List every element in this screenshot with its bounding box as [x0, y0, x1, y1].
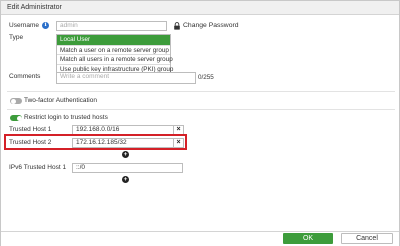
ok-button[interactable]: OK: [283, 233, 333, 244]
comments-counter: 0/255: [198, 74, 214, 81]
edit-administrator-dialog: Edit Administrator Username i admin Chan…: [0, 0, 400, 246]
highlight-box: [4, 134, 187, 150]
comments-label: Comments: [9, 73, 41, 80]
lock-icon: [174, 22, 180, 30]
username-label: Username: [9, 22, 39, 29]
info-icon[interactable]: i: [42, 22, 49, 29]
trusted-host-1-label: Trusted Host 1: [9, 126, 52, 133]
dialog-title: Edit Administrator: [7, 4, 62, 11]
dialog-footer: [1, 231, 399, 246]
divider: [7, 91, 395, 92]
change-password-link[interactable]: Change Password: [183, 22, 239, 29]
restrict-trusted-hosts-toggle[interactable]: [10, 115, 22, 121]
add-trusted-host-button[interactable]: +: [122, 151, 129, 158]
type-selector: Local User Match a user on a remote serv…: [56, 34, 173, 74]
title-bar: Edit Administrator: [1, 1, 399, 15]
divider: [7, 109, 395, 110]
two-factor-toggle[interactable]: [10, 98, 22, 104]
type-option-local-user[interactable]: Local User: [57, 35, 170, 45]
type-option-remote-user[interactable]: Match a user on a remote server group: [57, 44, 170, 55]
type-label: Type: [9, 34, 24, 41]
ipv6-trusted-host-1-label: IPv6 Trusted Host 1: [9, 164, 67, 171]
cancel-button[interactable]: Cancel: [341, 233, 393, 244]
add-ipv6-trusted-host-button[interactable]: +: [122, 176, 129, 183]
comments-field[interactable]: Write a comment: [56, 72, 196, 84]
two-factor-label: Two-factor Authentication: [24, 97, 97, 104]
ipv6-trusted-host-1-field[interactable]: ::/0: [72, 163, 183, 173]
username-field[interactable]: admin: [56, 21, 167, 31]
type-option-remote-group[interactable]: Match all users in a remote server group: [57, 54, 173, 64]
restrict-trusted-hosts-label: Restrict login to trusted hosts: [24, 114, 108, 121]
